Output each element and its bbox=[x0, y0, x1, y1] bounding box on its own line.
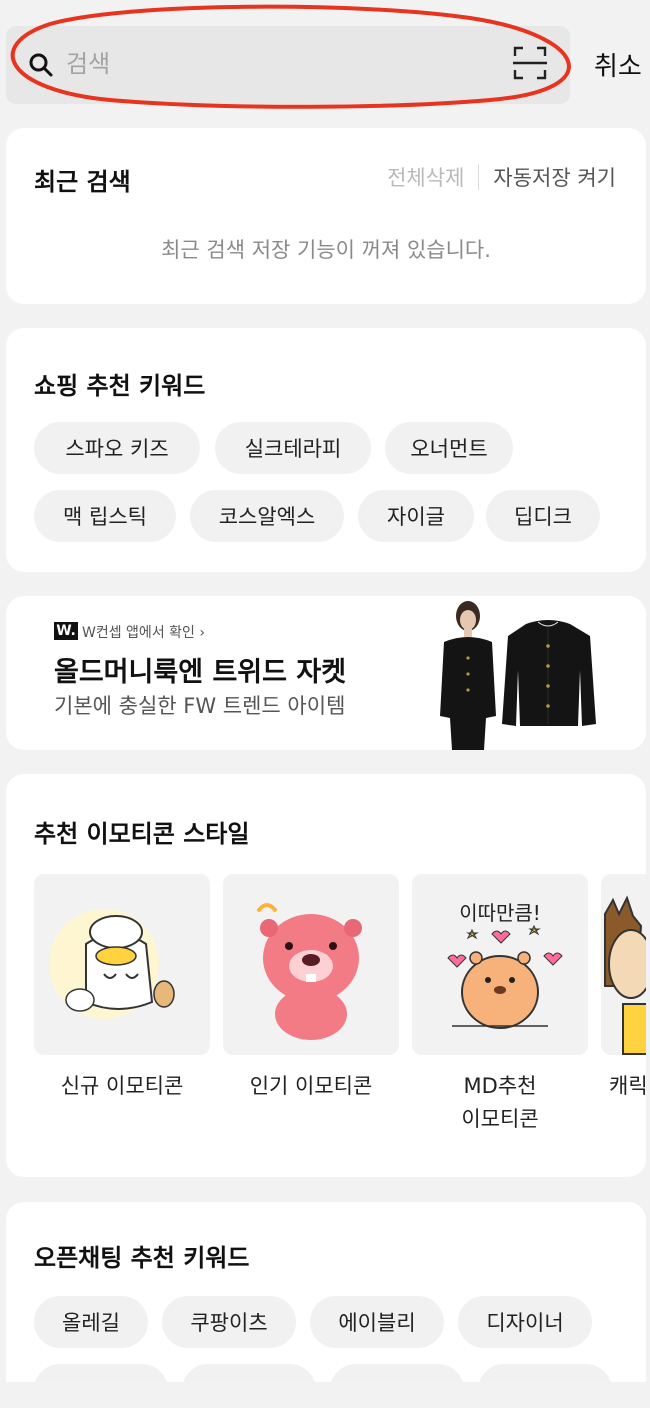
emoticon-style-title: 추천 이모티콘 스타일 bbox=[34, 820, 250, 848]
ad-banner[interactable]: W. W컨셉 앱에서 확인 › 올드머니룩엔 트위드 자켓 기본에 충실한 FW… bbox=[6, 596, 646, 750]
emoticon-label-line2: 이모티콘 bbox=[461, 1107, 539, 1131]
recent-search-title: 최근 검색 bbox=[34, 168, 131, 196]
character-emoticon-image bbox=[604, 895, 646, 1055]
banner-description: 기본에 충실한 FW 트렌드 아이템 bbox=[54, 694, 346, 718]
keyword-chip[interactable]: 스파오 키즈 bbox=[34, 422, 200, 474]
banner-title: 올드머니룩엔 트위드 자켓 bbox=[54, 657, 347, 688]
keyword-chip[interactable]: 실크테라피 bbox=[215, 422, 371, 474]
search-header: 취소 bbox=[0, 0, 650, 118]
autosave-toggle-button[interactable]: 자동저장 켜기 bbox=[493, 162, 616, 192]
recent-search-card: 최근 검색 전체삭제 자동저장 켜기 최근 검색 저장 기능이 꺼져 있습니다. bbox=[6, 128, 646, 304]
shopping-keywords-title: 쇼핑 추천 키워드 bbox=[34, 372, 206, 400]
keyword-chip[interactable]: 디자이너 bbox=[458, 1296, 592, 1348]
emoticon-style-card: 추천 이모티콘 스타일 이따만큼! 신규 이모티콘 인기 이모티콘 MD추천 이… bbox=[6, 774, 646, 1177]
recent-search-actions: 전체삭제 자동저장 켜기 bbox=[387, 162, 616, 192]
keyword-chip[interactable]: 자이글 bbox=[358, 490, 474, 542]
emoticon-label: 신규 이모티콘 bbox=[60, 1074, 184, 1098]
cancel-button[interactable]: 취소 bbox=[594, 46, 642, 83]
bottom-edge bbox=[0, 1382, 650, 1408]
recent-search-message: 최근 검색 저장 기능이 꺼져 있습니다. bbox=[161, 238, 491, 262]
scan-icon[interactable] bbox=[512, 45, 548, 81]
popular-emoticon-image bbox=[257, 903, 362, 1040]
w-concept-logo: W. bbox=[54, 622, 78, 640]
banner-subtitle[interactable]: W컨셉 앱에서 확인 › bbox=[82, 622, 205, 642]
search-icon bbox=[29, 53, 53, 77]
emoticon-tile-character[interactable] bbox=[601, 874, 646, 1055]
keyword-chip[interactable]: 딥디크 bbox=[486, 490, 600, 542]
emoticon-label: 캐릭 bbox=[609, 1074, 646, 1098]
emoticon-label-line1: MD추천 bbox=[463, 1074, 537, 1098]
emoticon-tile-md[interactable]: 이따만큼! bbox=[412, 874, 588, 1055]
new-emoticon-image bbox=[49, 909, 175, 1019]
tweed-jacket-image bbox=[440, 601, 596, 750]
md-emoticon-image: 이따만큼! bbox=[447, 901, 563, 1029]
keyword-chip[interactable]: 올레길 bbox=[34, 1296, 148, 1348]
openchat-keywords-card: 오픈채팅 추천 키워드 올레길 쿠팡이츠 에이블리 디자이너 bbox=[6, 1202, 646, 1408]
openchat-keywords-title: 오픈채팅 추천 키워드 bbox=[34, 1244, 250, 1272]
keyword-chip[interactable]: 쿠팡이츠 bbox=[162, 1296, 296, 1348]
shopping-keywords-card: 쇼핑 추천 키워드 스파오 키즈 실크테라피 오너먼트 맥 립스틱 코스알엑스 … bbox=[6, 328, 646, 572]
emoticon-label: MD추천 이모티콘 bbox=[412, 1070, 588, 1136]
keyword-chip[interactable]: 에이블리 bbox=[310, 1296, 444, 1348]
emoticon-tile-new[interactable] bbox=[34, 874, 210, 1055]
divider bbox=[478, 164, 480, 190]
delete-all-button[interactable]: 전체삭제 bbox=[387, 162, 464, 192]
emoticon-label: 인기 이모티콘 bbox=[249, 1074, 373, 1098]
search-input[interactable] bbox=[66, 44, 466, 84]
keyword-chip[interactable]: 오너먼트 bbox=[385, 422, 513, 474]
sticker-text: 이따만큼! bbox=[459, 901, 541, 925]
keyword-chip[interactable]: 코스알엑스 bbox=[190, 490, 344, 542]
keyword-chip[interactable]: 맥 립스틱 bbox=[34, 490, 176, 542]
emoticon-tile-popular[interactable] bbox=[223, 874, 399, 1055]
